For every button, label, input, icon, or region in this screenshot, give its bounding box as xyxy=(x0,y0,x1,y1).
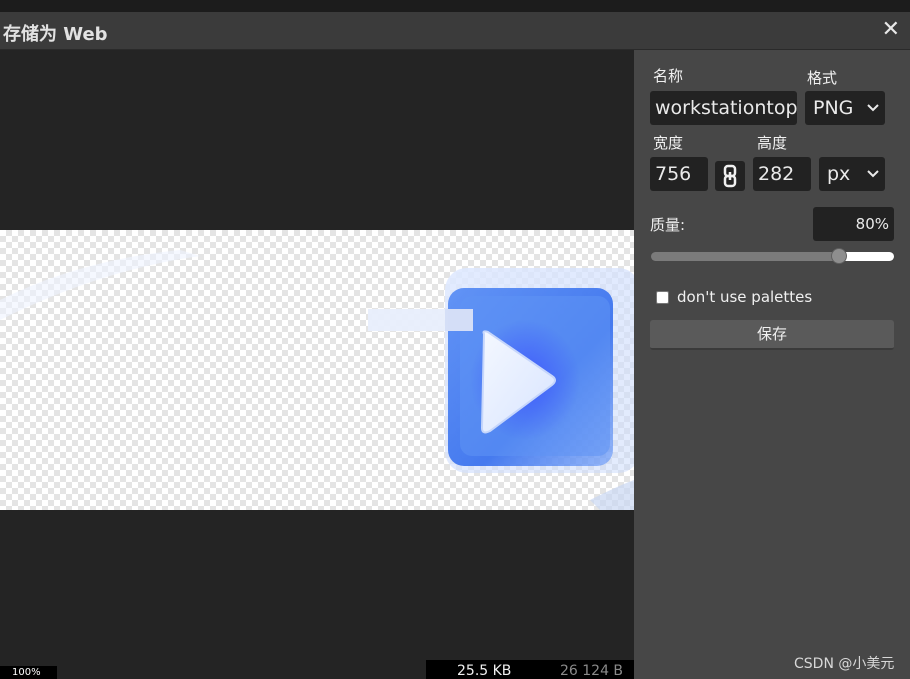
name-input[interactable]: workstationtop xyxy=(650,91,797,125)
chevron-down-icon xyxy=(867,91,879,139)
chevron-down-icon xyxy=(867,157,879,205)
quality-input[interactable]: 80% xyxy=(813,207,894,241)
close-icon[interactable]: ✕ xyxy=(882,18,900,42)
height-input[interactable]: 282 xyxy=(753,157,811,191)
unit-select-value: px xyxy=(827,163,851,185)
dialog-titlebar: 存储为 Web ✕ xyxy=(0,12,910,50)
format-select[interactable]: PNG xyxy=(805,91,885,125)
export-settings-panel: 名称 格式 workstationtop PNG 宽度 高度 756 282 p… xyxy=(634,50,910,679)
preview-image xyxy=(0,250,634,510)
width-input[interactable]: 756 xyxy=(650,157,708,191)
zoom-level: 100% xyxy=(0,666,57,679)
quality-slider-thumb[interactable] xyxy=(831,248,847,264)
chain-link-icon[interactable] xyxy=(715,161,745,191)
window-top-strip xyxy=(0,0,910,12)
palette-label: don't use palettes xyxy=(677,288,813,306)
height-label: 高度 xyxy=(757,134,788,152)
palette-checkbox[interactable] xyxy=(656,291,669,304)
unit-select[interactable]: px xyxy=(819,157,885,191)
preview-canvas xyxy=(0,230,634,510)
quality-label: 质量: xyxy=(650,216,686,234)
image-preview-area: 100% 25.5 KB 26 124 B xyxy=(0,50,634,679)
file-size-readout: 25.5 KB 26 124 B xyxy=(426,660,634,679)
file-size-bytes: 26 124 B xyxy=(560,663,624,679)
dialog-title: 存储为 Web xyxy=(3,24,108,45)
file-size-kb: 25.5 KB xyxy=(457,663,512,679)
save-button[interactable]: 保存 xyxy=(650,320,894,350)
format-label: 格式 xyxy=(807,69,838,87)
name-label: 名称 xyxy=(653,67,684,85)
quality-slider[interactable] xyxy=(651,252,894,261)
format-select-value: PNG xyxy=(813,97,854,119)
watermark: CSDN @小美元 xyxy=(794,656,895,672)
width-label: 宽度 xyxy=(653,134,684,152)
